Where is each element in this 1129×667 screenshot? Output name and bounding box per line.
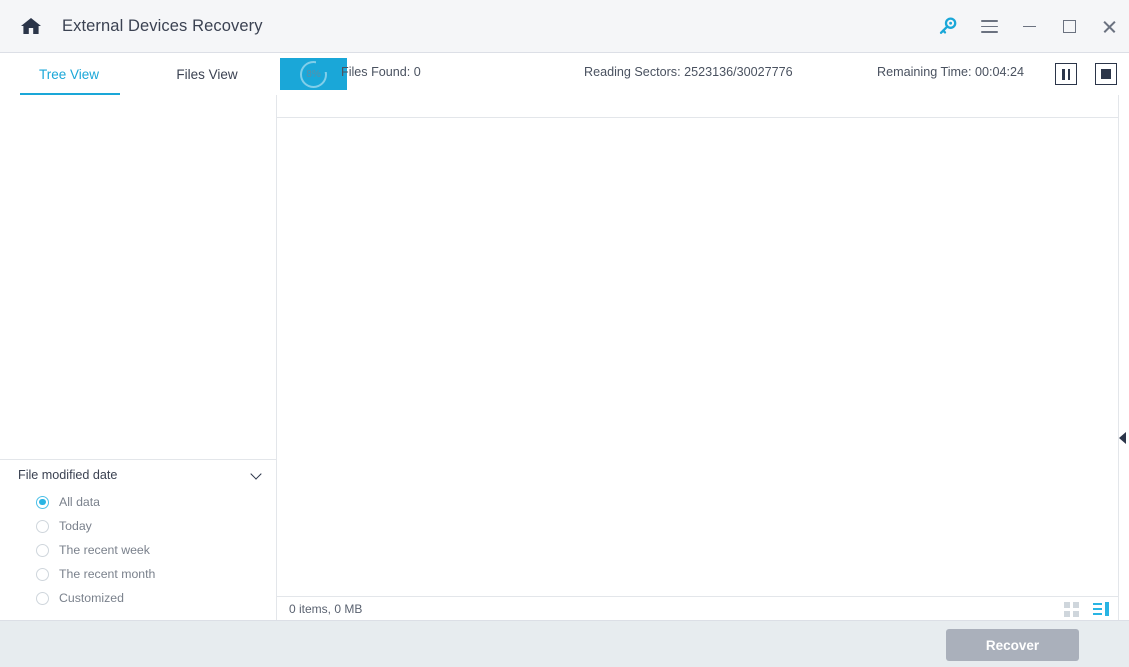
progress-percent: 8% (306, 68, 321, 80)
item-count-status: 0 items, 0 MB (289, 601, 363, 616)
stop-icon (1101, 69, 1111, 79)
maximize-icon[interactable] (1049, 0, 1089, 53)
filter-option-label: Today (59, 519, 92, 533)
minimize-glyph (1022, 25, 1036, 28)
filter-option-label: The recent month (59, 567, 156, 581)
filter-option-all-data[interactable]: All data (0, 490, 276, 514)
stop-button[interactable] (1095, 63, 1117, 85)
window-controls (927, 0, 1129, 53)
minimize-icon[interactable] (1009, 0, 1049, 53)
file-list-header (277, 95, 1118, 118)
file-list-body[interactable] (277, 118, 1118, 596)
reading-sectors-status: Reading Sectors: 2523136/30027776 (584, 65, 793, 79)
list-view-icon[interactable] (1090, 598, 1112, 620)
key-icon[interactable] (927, 0, 967, 53)
view-toggle-group (1060, 597, 1112, 621)
tab-tree-view-label: Tree View (38, 66, 100, 82)
pause-icon (1061, 68, 1071, 80)
reading-sectors-label: Reading Sectors: (584, 65, 681, 79)
close-icon[interactable] (1089, 0, 1129, 53)
recover-button[interactable]: Recover (946, 629, 1079, 661)
tab-status-strip: Tree View Files View 8% Files Found: 0 R… (0, 53, 1129, 95)
file-list-footer: 0 items, 0 MB (277, 596, 1118, 620)
grid-view-icon[interactable] (1060, 598, 1082, 620)
filter-option-customized[interactable]: Customized (0, 586, 276, 610)
radio-icon[interactable] (36, 567, 49, 581)
filter-option-recent-week[interactable]: The recent week (0, 538, 276, 562)
reading-sectors-value: 2523136/30027776 (684, 65, 793, 79)
scan-progress-badge: 8% (280, 58, 347, 90)
filter-option-today[interactable]: Today (0, 514, 276, 538)
remaining-time-status: Remaining Time: 00:04:24 (877, 65, 1024, 79)
file-list-panel: 0 items, 0 MB (277, 95, 1118, 620)
filter-option-label: The recent week (59, 543, 150, 557)
tab-files-view[interactable]: Files View (138, 53, 276, 95)
bottom-action-bar: Recover (0, 620, 1129, 667)
file-modified-date-filter: File modified date All data Today The re… (0, 459, 276, 620)
radio-icon[interactable] (36, 591, 49, 605)
close-glyph (1102, 19, 1117, 34)
collapse-left-arrow-icon[interactable] (1119, 432, 1126, 444)
remaining-time-label: Remaining Time: (877, 65, 972, 79)
files-found-status: Files Found: 0 (341, 65, 421, 79)
pause-button[interactable] (1055, 63, 1077, 85)
filter-option-label: Customized (59, 591, 124, 605)
tree-view-sidebar: File modified date All data Today The re… (0, 95, 277, 620)
progress-ring-icon: 8% (300, 60, 327, 88)
hamburger-glyph (980, 20, 998, 33)
page-title: External Devices Recovery (62, 16, 263, 35)
radio-icon[interactable] (36, 495, 49, 509)
filter-option-label: All data (59, 495, 101, 509)
hamburger-menu-icon[interactable] (969, 0, 1009, 53)
maximize-glyph (1062, 20, 1076, 33)
files-found-value: 0 (413, 65, 421, 79)
tab-tree-view[interactable]: Tree View (0, 53, 138, 95)
files-found-label: Files Found: (341, 65, 411, 79)
right-rail (1118, 95, 1129, 620)
radio-icon[interactable] (36, 543, 49, 557)
tab-files-view-label: Files View (176, 66, 238, 82)
filter-option-recent-month[interactable]: The recent month (0, 562, 276, 586)
title-bar: External Devices Recovery (0, 0, 1129, 53)
home-icon[interactable] (16, 11, 46, 41)
chevron-down-icon[interactable] (252, 470, 262, 480)
filter-title: File modified date (18, 468, 118, 482)
list-glyph (1093, 602, 1109, 616)
application-window: External Devices Recovery Tree View File… (0, 0, 1129, 667)
grid-glyph (1063, 601, 1079, 617)
radio-icon[interactable] (36, 519, 49, 533)
view-tabs: Tree View Files View (0, 53, 277, 95)
remaining-time-value: 00:04:24 (975, 65, 1025, 79)
filter-header[interactable]: File modified date (0, 460, 276, 490)
